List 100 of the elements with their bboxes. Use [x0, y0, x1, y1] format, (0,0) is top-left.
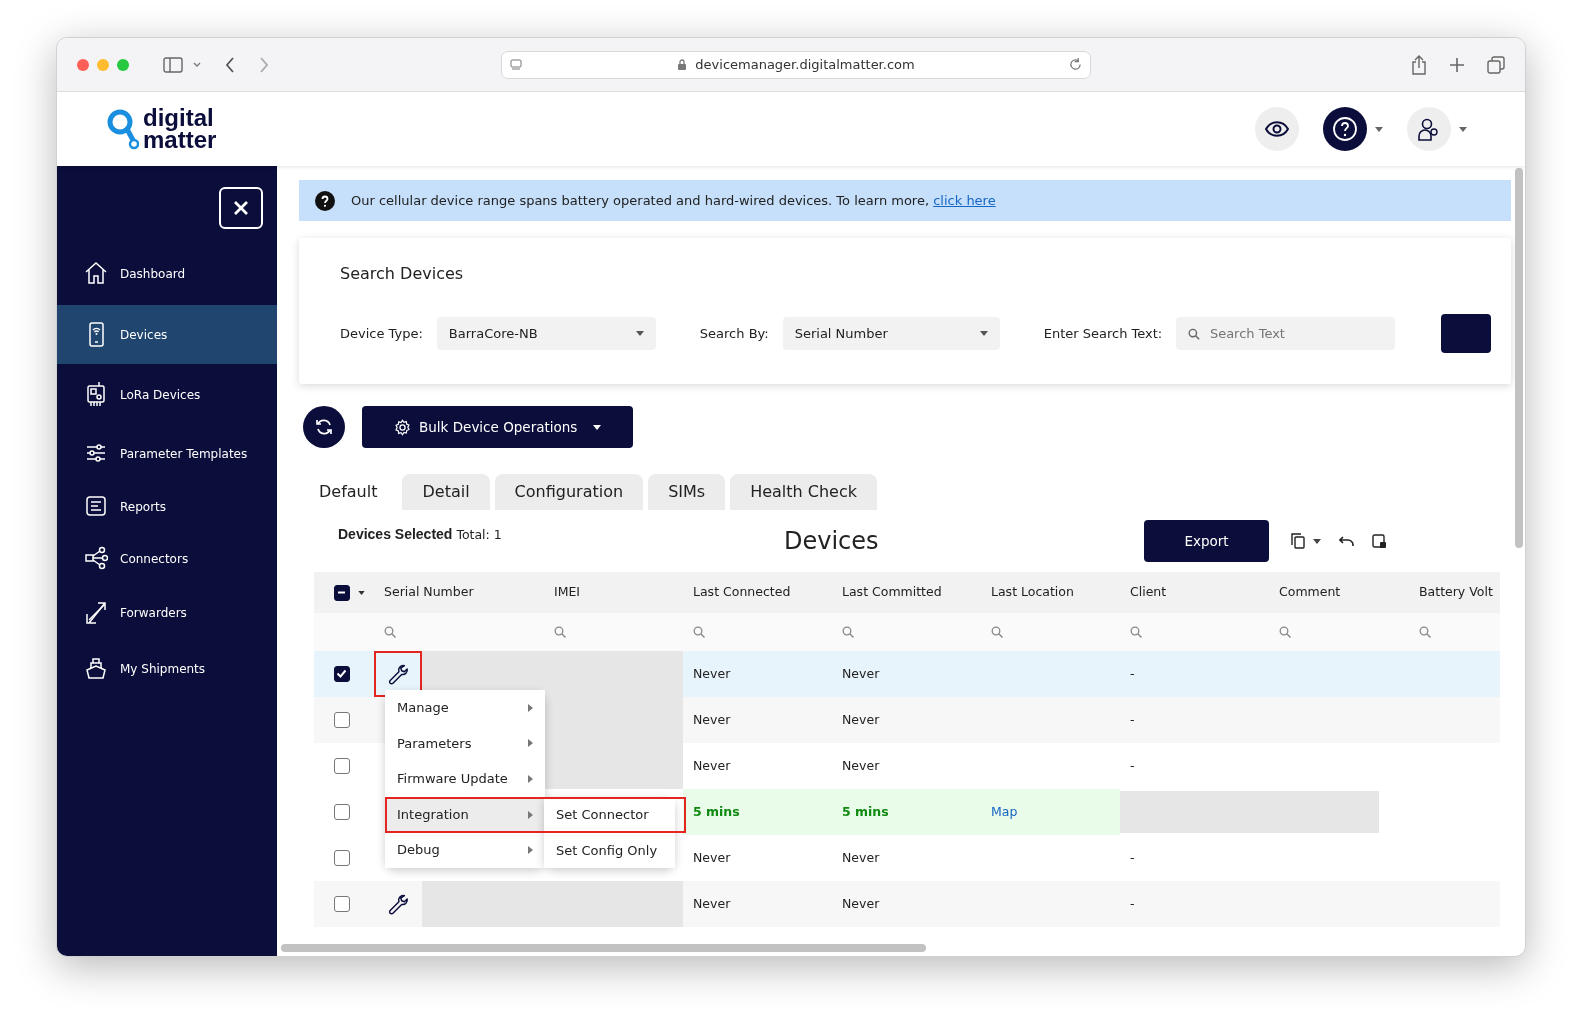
search-field[interactable]: Search Text — [1176, 317, 1396, 350]
view-button[interactable] — [1255, 107, 1299, 151]
table-cell: Never — [842, 895, 880, 911]
dropdown[interactable]: Serial Number — [782, 317, 1000, 350]
copy-icon[interactable] — [1291, 533, 1305, 549]
filter-icon[interactable] — [384, 626, 396, 639]
device-settings-icon[interactable] — [1372, 533, 1387, 549]
filter-icon[interactable] — [1130, 626, 1142, 639]
tabs-overview-icon[interactable] — [1487, 55, 1505, 74]
close-window-button[interactable] — [77, 58, 89, 71]
menu-item[interactable]: Manage — [385, 690, 545, 726]
sidebar-item[interactable]: Connectors — [57, 533, 277, 585]
table-cell: - — [1130, 895, 1135, 911]
search-button[interactable] — [1441, 314, 1492, 353]
table-cell: - — [1130, 849, 1135, 865]
sidebar-item[interactable]: Parameter Templates — [57, 426, 277, 481]
sidebar-item[interactable]: Forwarders — [57, 585, 277, 641]
submenu-arrow-icon — [528, 775, 533, 783]
help-button[interactable] — [1323, 107, 1367, 151]
close-icon — [233, 200, 249, 216]
sidebar-item[interactable]: My Shipments — [57, 641, 277, 696]
column-header[interactable]: IMEI — [554, 584, 581, 600]
share-icon[interactable] — [1411, 54, 1427, 75]
help-icon — [1332, 116, 1358, 142]
column-header[interactable]: Comment — [1279, 584, 1341, 600]
device-icon — [84, 382, 108, 408]
sidebar-item[interactable]: Devices — [57, 305, 277, 364]
filter-icon[interactable] — [1279, 626, 1291, 639]
scrollbar[interactable] — [281, 944, 926, 952]
check-icon — [335, 667, 348, 681]
table-cell: Never — [842, 849, 880, 865]
field-label: Device Type: — [340, 324, 423, 343]
wrench-icon — [387, 893, 409, 915]
caret-icon[interactable] — [358, 590, 365, 595]
tab[interactable]: SIMs — [648, 474, 726, 510]
sidebar-item[interactable]: Reports — [57, 481, 277, 533]
caret-icon — [635, 331, 644, 336]
menu-item[interactable]: Debug — [385, 832, 545, 868]
checkbox[interactable] — [334, 896, 350, 913]
caret-icon[interactable] — [1459, 126, 1467, 132]
dropdown[interactable]: BarraCore-NB — [436, 317, 656, 350]
scrollbar[interactable] — [1515, 168, 1523, 548]
tab[interactable]: Detail — [402, 474, 490, 510]
url-text: devicemanager.digitalmatter.com — [695, 55, 915, 74]
submenu-arrow-icon — [528, 739, 533, 748]
tab[interactable]: Health Check — [730, 474, 877, 510]
table-cell: Never — [693, 757, 731, 773]
wrench-button[interactable] — [374, 651, 422, 697]
selection-summary: Devices Selected Total: 1 — [337, 524, 503, 544]
menu-item[interactable]: Parameters — [385, 725, 545, 762]
caret-icon[interactable] — [1375, 126, 1383, 132]
tab[interactable]: Configuration — [494, 474, 644, 510]
notice-text: Our cellular device range spans battery operated and hard-wired devices. To learn more, click here — [351, 191, 996, 210]
checkbox[interactable] — [334, 584, 350, 601]
filter-icon[interactable] — [1419, 626, 1431, 639]
table-cell: Never — [842, 665, 880, 681]
filter-icon[interactable] — [991, 626, 1003, 639]
menu-item[interactable]: Set Config Only — [544, 832, 675, 869]
checkbox[interactable] — [334, 712, 350, 729]
sidebar-toggle-icon[interactable] — [163, 56, 183, 73]
map-link[interactable]: Map — [991, 803, 1018, 819]
table-cell: 5 mins — [693, 803, 740, 819]
sidebar-item[interactable]: LoRa Devices — [57, 364, 277, 426]
checkbox[interactable] — [334, 804, 350, 821]
submenu-arrow-icon — [528, 703, 533, 712]
wrench-icon — [387, 663, 409, 685]
reload-icon[interactable] — [1069, 58, 1082, 71]
page-icon — [510, 58, 522, 71]
back-icon[interactable] — [225, 56, 235, 73]
filter-icon[interactable] — [693, 626, 705, 639]
refresh-button[interactable] — [303, 406, 345, 448]
checkbox[interactable] — [334, 850, 350, 867]
address-bar[interactable]: devicemanager.digitalmatter.com — [501, 50, 1091, 79]
table-cell: Never — [842, 711, 880, 727]
bulk-operations-button[interactable]: Bulk Device Operations — [362, 406, 634, 448]
gear-icon — [394, 418, 411, 436]
checkbox[interactable] — [334, 666, 350, 683]
column-header[interactable]: Client — [1130, 584, 1167, 600]
table-cell: - — [1130, 757, 1135, 773]
caret-icon[interactable] — [1313, 538, 1321, 544]
table-cell: - — [1130, 711, 1135, 727]
checkbox[interactable] — [334, 758, 350, 775]
link[interactable]: click here — [933, 192, 996, 208]
export-button[interactable]: Export — [1144, 520, 1269, 562]
account-button[interactable] — [1407, 107, 1451, 151]
logo-icon — [107, 108, 139, 150]
chevron-down-icon[interactable] — [193, 61, 201, 68]
filter-icon[interactable] — [842, 626, 854, 639]
submenu-arrow-icon — [528, 846, 533, 855]
network-icon — [84, 546, 108, 572]
close-menu-button[interactable] — [219, 187, 263, 229]
new-tab-icon[interactable] — [1449, 56, 1465, 73]
filter-icon[interactable] — [554, 626, 566, 639]
search-input[interactable]: Search Text — [1207, 322, 1384, 345]
sidebar-item[interactable]: Dashboard — [57, 242, 277, 305]
arrows-icon — [84, 600, 108, 626]
undo-icon[interactable] — [1339, 535, 1354, 547]
table-cell: - — [1130, 665, 1135, 681]
menu-item[interactable]: Firmware Update — [385, 761, 545, 797]
field-label: Search By: — [699, 324, 769, 343]
